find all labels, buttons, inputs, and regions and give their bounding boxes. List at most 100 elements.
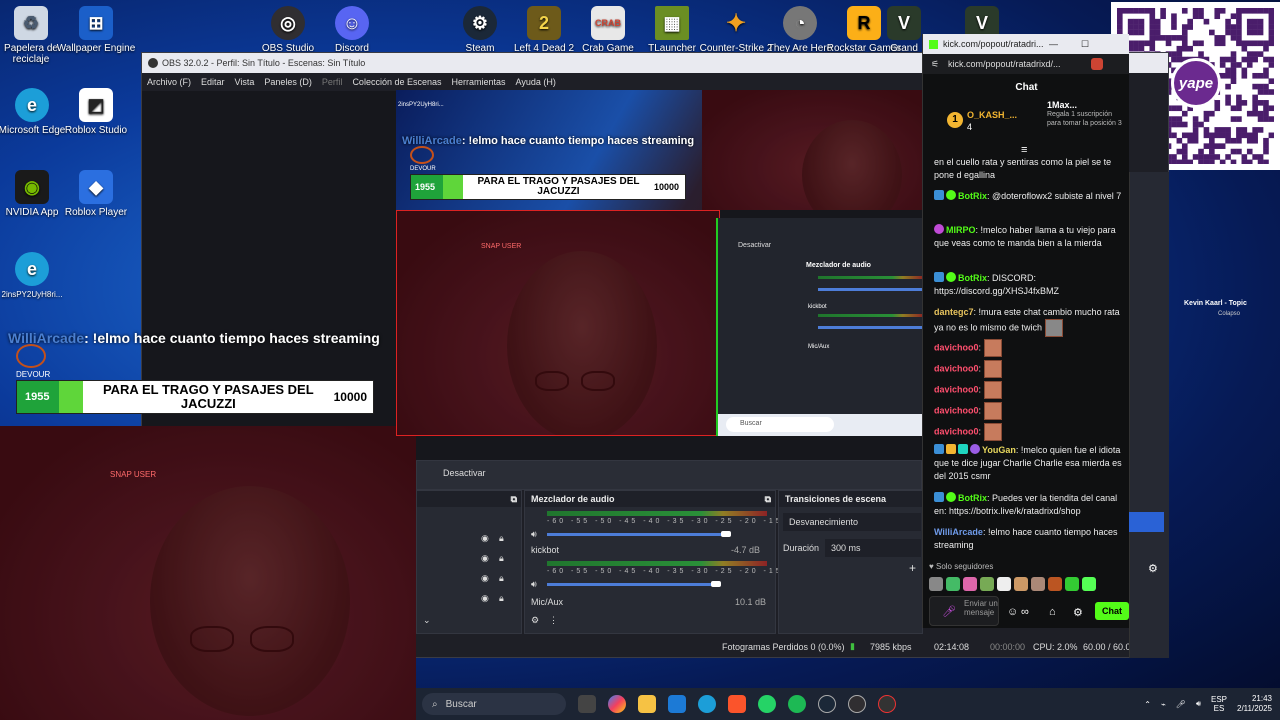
visibility-eye-icon[interactable]: ◉ [481, 533, 489, 544]
system-tray: ⌃ ⌁ 🎤︎ 🔊︎ ESP ES 21:43 2/11/2025 [1144, 688, 1272, 720]
brave-icon[interactable] [728, 695, 746, 713]
emote[interactable] [980, 577, 994, 591]
task-view-icon[interactable] [578, 695, 596, 713]
emote[interactable] [1082, 577, 1096, 591]
emote[interactable] [1065, 577, 1079, 591]
fragment-blue-item [1129, 512, 1164, 532]
edge-icon[interactable] [698, 695, 716, 713]
taskbar-search[interactable]: ⌕ Buscar [422, 693, 566, 715]
network-icon[interactable]: ⌁ [1161, 700, 1166, 709]
emote[interactable] [997, 577, 1011, 591]
lock-icon[interactable]: 🔒︎ [499, 533, 504, 544]
menu-coleccion-escenas[interactable]: Colección de Escenas [352, 77, 441, 87]
emote[interactable] [1031, 577, 1045, 591]
emote-picker-icon[interactable]: ☺ [1007, 606, 1018, 618]
steam-icon[interactable] [818, 695, 836, 713]
infinity-icon[interactable]: ∞ [1021, 606, 1029, 618]
emote[interactable] [1014, 577, 1028, 591]
desktop-icon-wallpaper-engine[interactable]: ⊞ Wallpaper Engine [56, 6, 136, 54]
volume-icon[interactable]: 🔊︎ [1196, 699, 1201, 709]
emote[interactable] [946, 577, 960, 591]
desktop-icon-discord[interactable]: ☺ Discord [312, 6, 392, 54]
emote[interactable] [929, 577, 943, 591]
volume-slider[interactable] [547, 533, 725, 536]
visibility-eye-icon[interactable]: ◉ [481, 573, 489, 584]
devour-icon [16, 344, 46, 368]
desktop-icon-edge-shortcut[interactable]: e 2insPY2UyH8ri... [0, 252, 72, 300]
transition-select[interactable]: Desvanecimiento [783, 513, 921, 531]
edge-icon: e [15, 88, 49, 122]
kick-address-bar[interactable]: ⚟ kick.com/popout/ratadrixd/... [923, 54, 1129, 74]
menu-perfil[interactable]: Perfil [322, 77, 343, 87]
roblox-player-icon: ◆ [79, 170, 113, 204]
chat-message: davichoo0: [934, 402, 1124, 420]
visibility-eye-icon[interactable]: ◉ [481, 553, 489, 564]
obs-icon: ◎ [271, 6, 305, 40]
kick-titlebar[interactable]: kick.com/popout/ratadri... — ☐ [923, 34, 1129, 54]
heart-icon: ♥ [929, 562, 934, 571]
dock-float-icon[interactable]: ⧉ [765, 494, 771, 505]
desktop-icon-roblox-studio[interactable]: ◩ Roblox Studio [56, 88, 136, 136]
menu-vista[interactable]: Vista [235, 77, 255, 87]
copilot-icon[interactable] [608, 695, 626, 713]
clock[interactable]: 21:43 2/11/2025 [1237, 694, 1272, 714]
deactivate-button[interactable]: Desactivar [443, 468, 486, 478]
lock-icon[interactable]: 🔒︎ [499, 553, 504, 564]
mixer-settings-icon[interactable]: ⚙ [531, 615, 539, 626]
roblox-studio-icon: ◩ [79, 88, 113, 122]
fragment-settings-icon[interactable]: ⚙ [1148, 562, 1158, 575]
rec-time: 00:00:00 [990, 642, 1026, 652]
duration-input[interactable]: 300 ms [825, 539, 921, 557]
menu-archivo[interactable]: Archivo (F) [147, 77, 191, 87]
file-explorer-icon[interactable] [638, 695, 656, 713]
deactivate-button[interactable]: Desactivar [738, 242, 771, 249]
minimize-icon[interactable]: — [1049, 39, 1058, 49]
rank-badge: 1 [947, 112, 963, 128]
volume-slider[interactable] [547, 583, 715, 586]
maximize-icon[interactable]: ☐ [1081, 39, 1089, 50]
message-input[interactable]: 🎤︎ Enviar un mensaje [929, 596, 999, 626]
desktop-icon-roblox-player[interactable]: ◆ Roblox Player [56, 170, 136, 218]
filter-icon[interactable]: ≡ [1021, 144, 1027, 156]
mic-icon[interactable]: 🎤︎ [942, 605, 956, 618]
lock-icon[interactable]: 🔒︎ [499, 593, 504, 604]
inner-search-box[interactable]: Buscar [726, 417, 834, 432]
menu-editar[interactable]: Editar [201, 77, 225, 87]
followers-only-notice: ♥ Solo seguidores [929, 562, 994, 571]
emote[interactable] [1048, 577, 1062, 591]
obs-icon[interactable] [848, 695, 866, 713]
visibility-eye-icon[interactable]: ◉ [481, 593, 489, 604]
emote[interactable] [963, 577, 977, 591]
menu-herramientas[interactable]: Herramientas [452, 77, 506, 87]
chevron-up-icon[interactable]: ⌃ [1144, 700, 1151, 709]
spotify-icon[interactable] [788, 695, 806, 713]
preview-source-label: 2insPY2UyH8ri... [398, 102, 444, 108]
chat-message: en el cuello rata y sentiras como la pie… [934, 157, 1112, 180]
mixer-menu-icon[interactable]: ⋮ [549, 615, 558, 626]
extension-icon[interactable] [1091, 58, 1103, 70]
settings-icon[interactable]: ⚙ [1073, 606, 1083, 619]
chat-message: YouGan: !melco quien fue el idiota que t… [934, 444, 1122, 481]
add-transition-button[interactable]: + [909, 561, 916, 575]
whatsapp-icon[interactable] [758, 695, 776, 713]
lock-icon[interactable]: 🔒︎ [499, 573, 504, 584]
volume-slider-knob[interactable] [711, 581, 721, 587]
store-icon[interactable] [668, 695, 686, 713]
language-indicator[interactable]: ESP ES [1211, 695, 1227, 713]
app-icon[interactable] [878, 695, 896, 713]
speaker-icon[interactable]: 🔊︎ [531, 529, 537, 540]
chevron-down-icon[interactable]: ⌄ [423, 615, 431, 626]
dock-float-icon[interactable]: ⧉ [511, 494, 517, 505]
site-info-icon[interactable]: ⚟ [931, 59, 939, 70]
steam-icon: ⚙ [463, 6, 497, 40]
send-chat-button[interactable]: Chat [1095, 602, 1129, 620]
menu-paneles[interactable]: Paneles (D) [264, 77, 312, 87]
mic-icon[interactable]: 🎤︎ [1176, 700, 1186, 709]
volume-slider-knob[interactable] [721, 531, 731, 537]
menu-ayuda[interactable]: Ayuda (H) [516, 77, 556, 87]
speaker-icon[interactable]: 🔊︎ [531, 579, 537, 590]
store-icon[interactable]: ⌂ [1049, 606, 1056, 618]
gift-promo[interactable]: 1Max... Regala 1 suscripción para tomar … [1035, 100, 1125, 136]
audio-mixer-title: Mezclador de audio [531, 494, 615, 504]
webcam-capture-large: SNAP USER [0, 426, 416, 720]
